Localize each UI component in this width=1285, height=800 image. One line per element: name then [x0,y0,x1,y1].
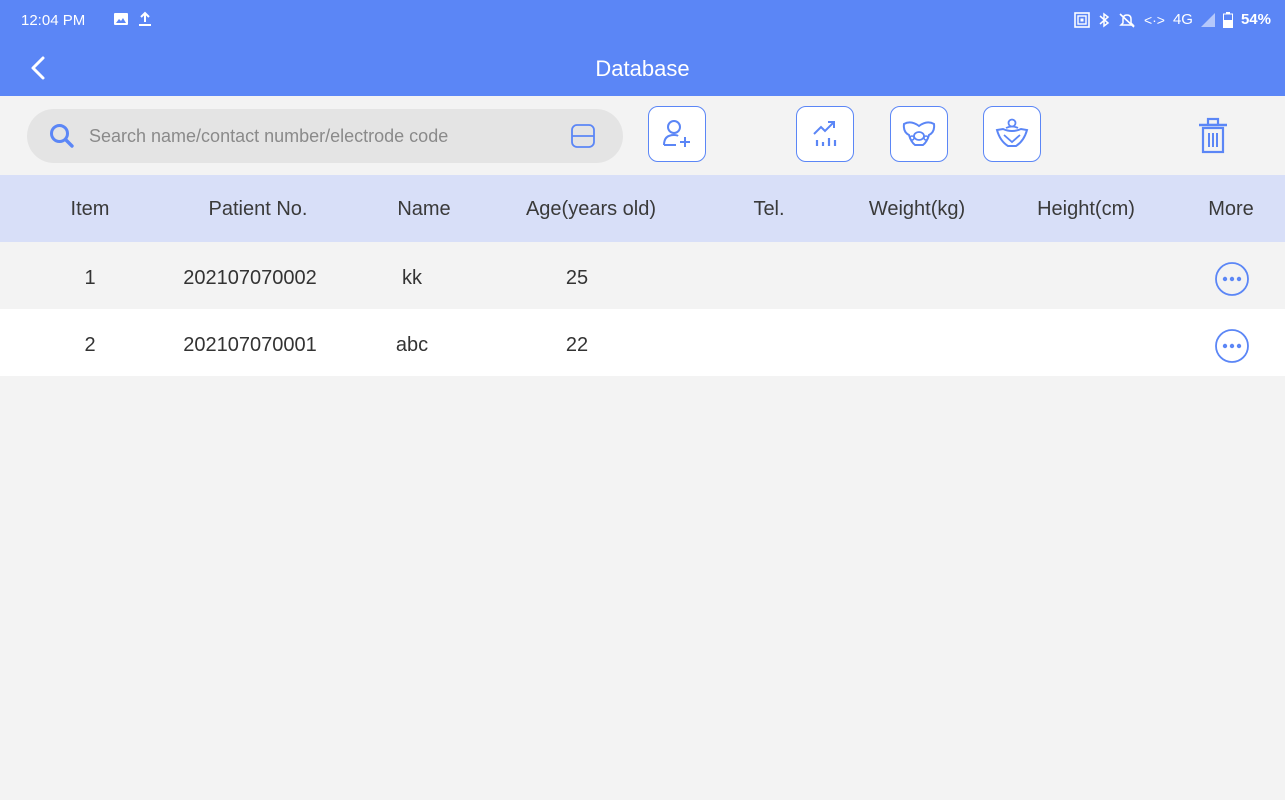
image-icon [114,13,128,25]
statistics-button[interactable] [796,106,854,162]
upload-icon [139,11,151,26]
cell-item: 2 [84,334,96,356]
more-options-icon[interactable] [1214,328,1250,364]
pelvic-floor-icon [995,118,1029,147]
header-tel: Tel. [753,198,785,220]
cell-item: 1 [84,267,96,289]
pelvis-button[interactable] [890,106,948,162]
battery-icon [1222,11,1233,28]
header-patient-no: Patient No. [208,198,308,220]
pelvic-floor-button[interactable] [983,106,1041,162]
table-header: Item Patient No. Name Age(years old) Tel… [0,175,1285,242]
screen-record-icon [1074,11,1090,28]
table-row[interactable]: 1 202107070002 kk 25 [0,242,1285,309]
search-icon[interactable] [49,123,75,149]
pelvis-icon [902,121,936,146]
status-bar: 12:04 PM <·> 4G 54% [0,0,1285,42]
cell-age: 22 [565,334,589,356]
add-patient-button[interactable] [648,106,706,162]
signal-icon: <·> [1143,11,1165,28]
cell-patient-no: 202107070001 [183,334,317,356]
bluetooth-icon [1099,12,1110,27]
scan-icon[interactable] [570,123,596,149]
cell-age: 25 [565,267,589,289]
add-user-icon [663,120,690,147]
chart-icon [813,121,837,146]
mute-icon [1119,12,1135,28]
table-row[interactable]: 2 202107070001 abc 22 [0,309,1285,376]
more-options-icon[interactable] [1214,261,1250,297]
status-time: 12:04 PM [21,12,86,29]
toolbar [0,96,1285,175]
search-input[interactable] [89,121,559,151]
app-bar: Database [0,42,1285,96]
cell-signal-icon [1200,12,1215,27]
header-more: More [1208,198,1254,220]
header-name: Name [397,198,451,220]
page-title: Database [595,56,690,81]
search-bar [27,109,623,163]
battery-percent: 54% [1240,11,1271,28]
cell-name: kk [402,267,422,289]
cell-name: abc [395,334,429,356]
header-weight: Weight(kg) [868,198,966,220]
header-height: Height(cm) [1037,198,1135,220]
network-label: 4G [1172,11,1193,28]
header-item: Item [70,198,110,220]
header-age: Age(years old) [525,198,657,220]
cell-patient-no: 202107070002 [183,267,317,289]
trash-icon[interactable] [1193,114,1233,156]
